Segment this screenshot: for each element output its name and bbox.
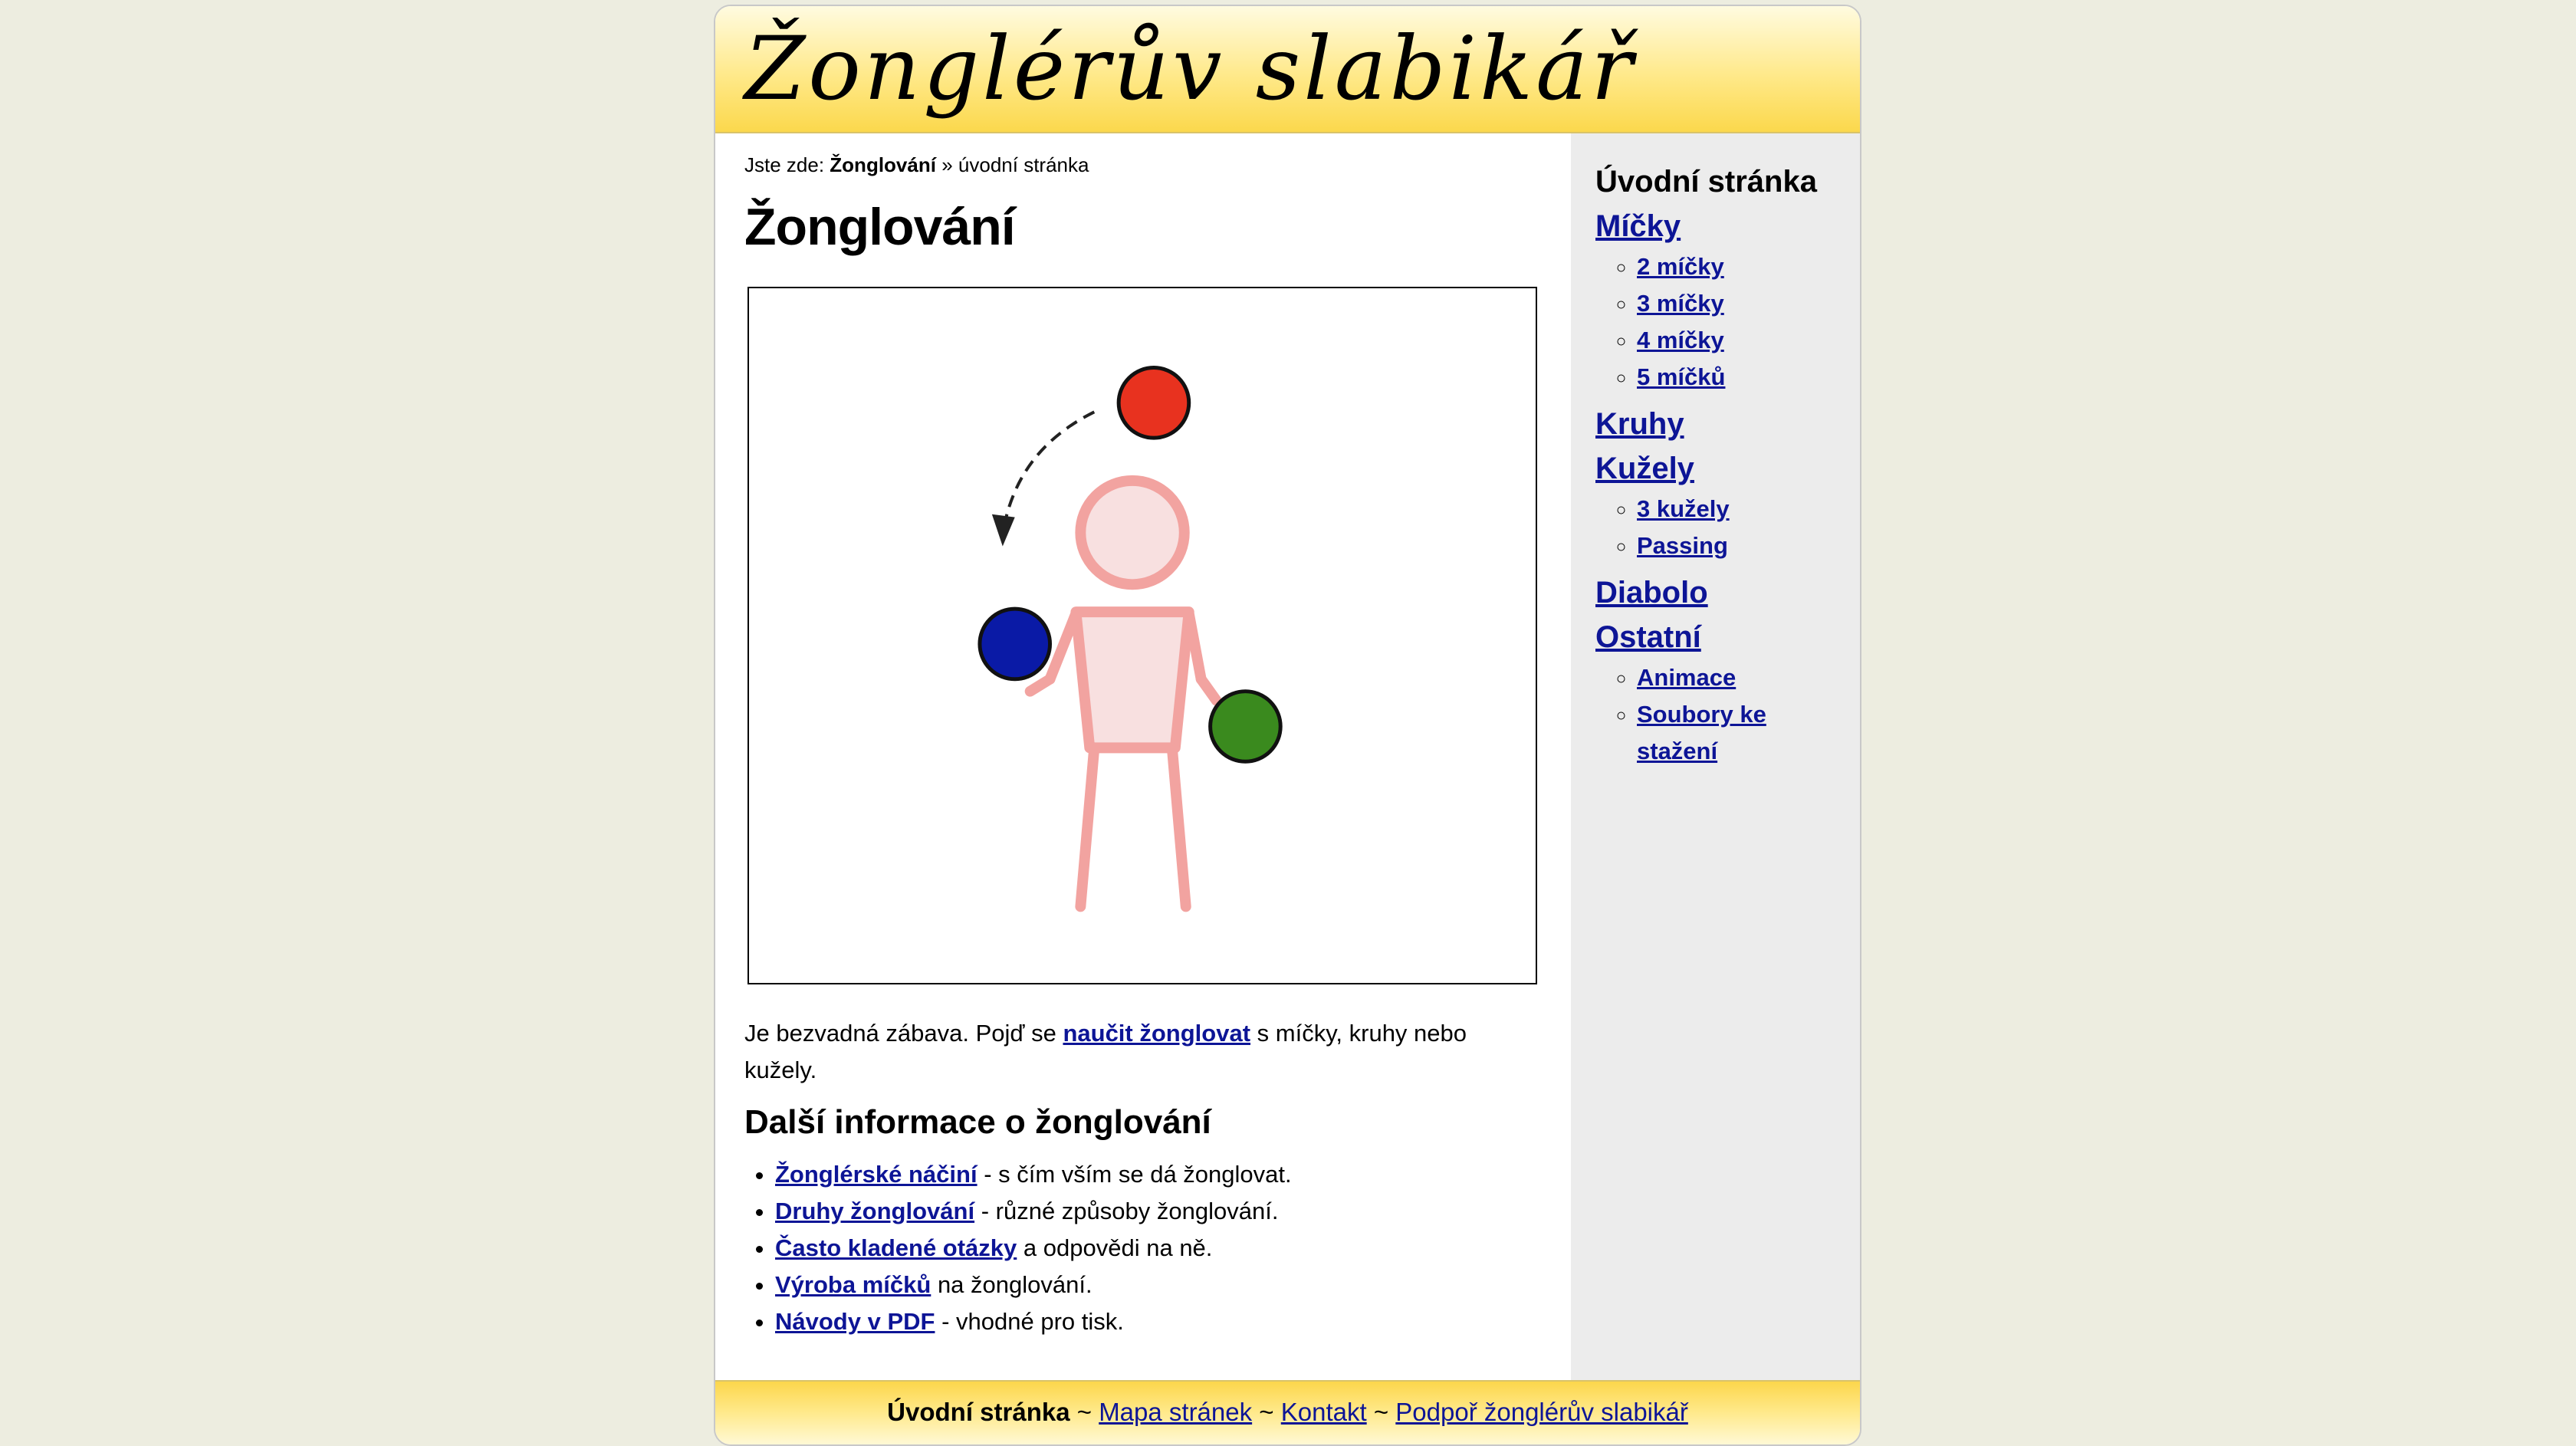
section-title: Další informace o žonglování [744, 1103, 1211, 1141]
ball-top [1116, 366, 1191, 440]
footer-link-support[interactable]: Podpoř žonglérův slabikář [1395, 1398, 1688, 1426]
ball-right [1208, 689, 1283, 764]
sidebar-heading: Úvodní stránka [1595, 165, 1817, 199]
page-title: Žonglování [744, 198, 1016, 256]
sidebar-link-soubory[interactable]: Soubory ke stažení [1637, 701, 1766, 764]
info-link-ball-making[interactable]: Výroba míčků [775, 1271, 931, 1298]
intro-paragraph: Je bezvadná zábava. Pojď se naučit žongl… [744, 1015, 1519, 1089]
breadcrumb-page: úvodní stránka [958, 153, 1089, 176]
sidebar-nav: Úvodní stránka Míčky 2 míčky 3 míčky 4 m… [1571, 133, 1860, 1380]
juggler-drawing [978, 366, 1283, 912]
sidebar-link-ostatni[interactable]: Ostatní [1595, 620, 1701, 654]
info-item: Žonglérské náčiní - s čím vším se dá žon… [775, 1156, 1292, 1193]
breadcrumb-separator: » [941, 153, 953, 176]
sidebar-subitem: Animace [1637, 659, 1860, 696]
main-content: Jste zde: Žonglování » úvodní stránka Žo… [744, 133, 1542, 1335]
sidebar-link-3-kuzely[interactable]: 3 kužely [1637, 495, 1730, 522]
sidebar-sublist-ostatni: Animace Soubory ke stažení [1595, 659, 1860, 770]
info-link-pdf[interactable]: Návody v PDF [775, 1308, 935, 1335]
sidebar-subitem: 4 míčky [1637, 322, 1860, 359]
sidebar-link-diabolo[interactable]: Diabolo [1595, 576, 1708, 610]
info-text: a odpovědi na ně. [1023, 1234, 1213, 1261]
arrow-head [991, 514, 1015, 547]
footer-separator: ~ [1373, 1398, 1389, 1426]
site-footer: Úvodní stránka ~ Mapa stránek ~ Kontakt … [715, 1380, 1860, 1444]
sidebar-subitem: 3 míčky [1637, 285, 1860, 322]
left-arm [1044, 608, 1082, 685]
right-arm [1183, 608, 1207, 685]
info-text: - různé způsoby žonglování. [981, 1198, 1279, 1224]
sidebar-item-ostatni: Ostatní [1595, 615, 1860, 659]
right-leg [1166, 742, 1191, 912]
info-item: Často kladené otázky a odpovědi na ně. [775, 1230, 1292, 1267]
right-forearm [1195, 673, 1222, 706]
sidebar-item-kruhy: Kruhy [1595, 402, 1860, 446]
info-text: na žonglování. [937, 1271, 1092, 1298]
head [1075, 475, 1190, 590]
sidebar-link-passing[interactable]: Passing [1637, 532, 1728, 559]
breadcrumb: Jste zde: Žonglování » úvodní stránka [744, 152, 1542, 178]
sidebar-link-animace[interactable]: Animace [1637, 664, 1736, 691]
info-link-faq[interactable]: Často kladené otázky [775, 1234, 1017, 1261]
learn-juggling-link[interactable]: naučit žonglovat [1063, 1020, 1250, 1047]
sidebar-link-kuzely[interactable]: Kužely [1595, 452, 1694, 485]
footer-separator: ~ [1259, 1398, 1274, 1426]
sidebar-subitem: 5 míčků [1637, 359, 1860, 396]
site-header: Žonglérův slabikář [715, 6, 1860, 133]
page-container: Žonglérův slabikář Jste zde: Žonglování … [714, 5, 1861, 1446]
juggler-figure [1024, 475, 1222, 912]
sidebar-subitem: Passing [1637, 527, 1860, 564]
site-title[interactable]: Žonglérův slabikář [744, 18, 1636, 119]
footer-link-contact[interactable]: Kontakt [1281, 1398, 1367, 1426]
sidebar-link-kruhy[interactable]: Kruhy [1595, 407, 1684, 441]
breadcrumb-prefix: Jste zde: [744, 153, 825, 176]
sidebar-item-diabolo: Diabolo [1595, 570, 1860, 615]
info-link-types[interactable]: Druhy žonglování [775, 1198, 974, 1224]
sidebar-sublist-kuzely: 3 kužely Passing [1595, 491, 1860, 564]
info-text: - vhodné pro tisk. [941, 1308, 1124, 1335]
left-leg [1075, 742, 1100, 912]
juggler-illustration [748, 287, 1537, 984]
sidebar-subitem: Soubory ke stažení [1637, 696, 1790, 770]
sidebar-sublist-micky: 2 míčky 3 míčky 4 míčky 5 míčků [1595, 248, 1860, 396]
sidebar-link-3-micky[interactable]: 3 míčky [1637, 290, 1724, 317]
sidebar-subitem: 3 kužely [1637, 491, 1860, 527]
sidebar-link-5-micku[interactable]: 5 míčků [1637, 363, 1725, 390]
sidebar-link-4-micky[interactable]: 4 míčky [1637, 327, 1724, 353]
sidebar-item-kuzely: Kužely [1595, 446, 1860, 491]
info-link-props[interactable]: Žonglérské náčiní [775, 1161, 978, 1188]
sidebar-item-micky: Míčky [1595, 204, 1860, 248]
info-item: Druhy žonglování - různé způsoby žonglov… [775, 1193, 1292, 1230]
footer-separator: ~ [1076, 1398, 1092, 1426]
info-item: Výroba míčků na žonglování. [775, 1267, 1292, 1303]
footer-home: Úvodní stránka [887, 1398, 1070, 1426]
sidebar-link-2-micky[interactable]: 2 míčky [1637, 253, 1724, 280]
left-forearm [1024, 673, 1056, 697]
info-list: Žonglérské náčiní - s čím vším se dá žon… [744, 1156, 1292, 1340]
sidebar-link-micky[interactable]: Míčky [1595, 209, 1681, 243]
intro-text-before: Je bezvadná zábava. Pojď se [744, 1020, 1056, 1047]
info-item: Návody v PDF - vhodné pro tisk. [775, 1303, 1292, 1340]
footer-link-sitemap[interactable]: Mapa stránek [1099, 1398, 1252, 1426]
breadcrumb-section: Žonglování [830, 153, 936, 176]
sidebar-subitem: 2 míčky [1637, 248, 1860, 285]
ball-left [978, 606, 1053, 682]
torso [1070, 606, 1194, 754]
info-text: - s čím vším se dá žonglovat. [984, 1161, 1292, 1188]
